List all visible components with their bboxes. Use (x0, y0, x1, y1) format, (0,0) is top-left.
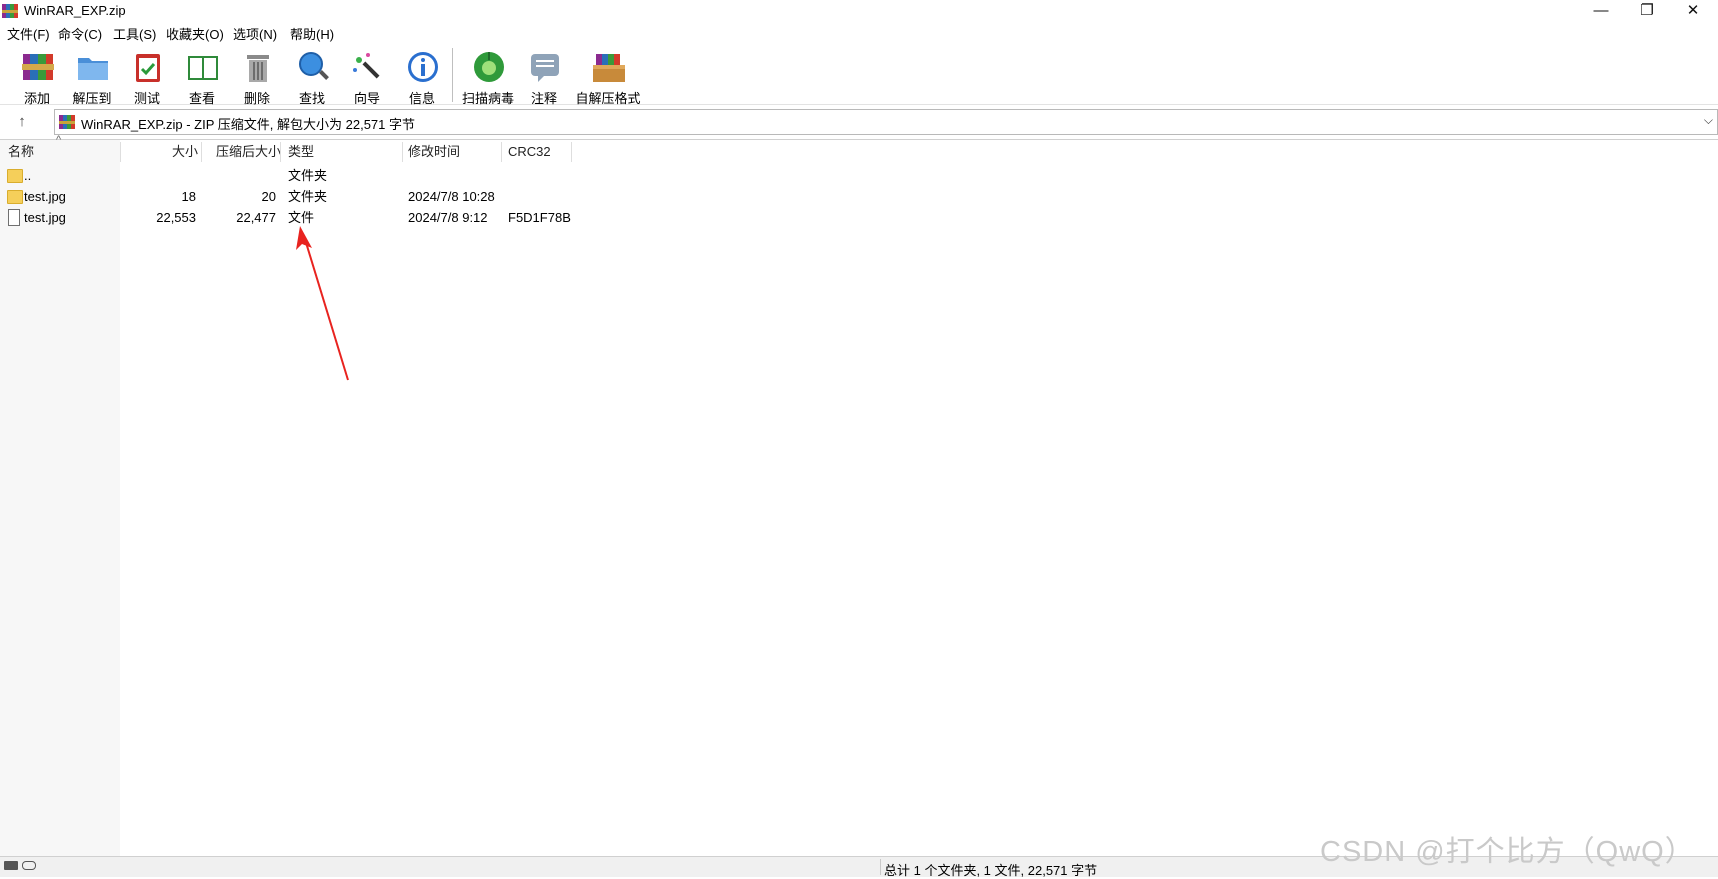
extract-folder-icon (78, 58, 108, 80)
wizard-wand-icon (353, 53, 380, 79)
column-divider[interactable] (501, 142, 502, 162)
sfx-label: 自解压格式 (575, 91, 641, 106)
column-divider[interactable] (402, 142, 403, 162)
chevron-down-icon[interactable]: ⌵ (1704, 113, 1713, 128)
toolbar-separator (452, 48, 453, 102)
title-bar: WinRAR_EXP.zip — ❐ ✕ (0, 0, 1718, 22)
file-crc32: F5D1F78B (508, 210, 571, 225)
menu-favorites[interactable]: 收藏夹(O) (166, 24, 224, 43)
annotation-arrow (296, 226, 349, 381)
info-button[interactable]: 信息 (396, 46, 448, 106)
status-summary: 总计 1 个文件夹, 1 文件, 22,571 字节 (884, 863, 1098, 878)
file-modified: 2024/7/8 10:28 (408, 189, 495, 204)
column-header-crc32[interactable]: CRC32 (508, 140, 551, 164)
menu-tools[interactable]: 工具(S) (113, 24, 156, 43)
winrar-app-icon (2, 4, 18, 18)
test-clipboard-icon (136, 54, 160, 82)
menu-file[interactable]: 文件(F) (7, 24, 50, 43)
comment-icon (531, 54, 559, 82)
minimize-button[interactable]: — (1578, 0, 1624, 22)
maximize-button[interactable]: ❐ (1624, 0, 1670, 22)
file-list[interactable]: ^ 名称 大小 压缩后大小 类型 修改时间 CRC32 .. 文件夹 test.… (0, 134, 1718, 857)
info-label: 信息 (408, 91, 435, 106)
virus-scan-icon (474, 52, 504, 82)
sfx-button[interactable]: 自解压格式 (575, 46, 641, 106)
virus-scan-button[interactable]: 扫描病毒 (462, 46, 514, 106)
path-combobox[interactable]: WinRAR_EXP.zip - ZIP 压缩文件, 解包大小为 22,571 … (54, 109, 1718, 135)
add-archive-icon (22, 54, 54, 80)
window-title: WinRAR_EXP.zip (24, 3, 126, 18)
menu-options[interactable]: 选项(N) (233, 24, 277, 43)
up-folder-button[interactable]: ↑ (10, 110, 34, 134)
file-modified: 2024/7/8 9:12 (408, 210, 488, 225)
comment-button[interactable]: 注释 (518, 46, 570, 106)
watermark: CSDN @打个比方（QwQ） (1320, 836, 1695, 868)
view-book-icon (188, 56, 218, 80)
menu-help[interactable]: 帮助(H) (290, 24, 334, 43)
menu-commands[interactable]: 命令(C) (58, 24, 102, 43)
archive-path-text: WinRAR_EXP.zip - ZIP 压缩文件, 解包大小为 22,571 … (81, 117, 415, 132)
find-magnifier-icon (299, 52, 329, 80)
menu-bar: 文件(F) 命令(C) 工具(S) 收藏夹(O) 选项(N) 帮助(H) (0, 22, 1718, 42)
comment-label: 注释 (530, 91, 557, 106)
zip-archive-icon (59, 115, 75, 129)
drive-icon[interactable] (4, 861, 18, 870)
toolbar: 添加 解压到 测试 查看 删除 查找 向导 信息 扫描病毒 注释 自解压格式 (0, 42, 1718, 106)
address-bar: ↑ WinRAR_EXP.zip - ZIP 压缩文件, 解包大小为 22,57… (0, 106, 1718, 138)
delete-trash-icon (247, 55, 269, 82)
column-header-modified[interactable]: 修改时间 (408, 140, 460, 164)
column-divider[interactable] (571, 142, 572, 162)
close-button[interactable]: ✕ (1670, 0, 1716, 22)
info-icon (408, 52, 438, 82)
status-divider (880, 859, 881, 875)
key-icon[interactable] (22, 861, 36, 870)
sfx-box-icon (593, 54, 625, 82)
